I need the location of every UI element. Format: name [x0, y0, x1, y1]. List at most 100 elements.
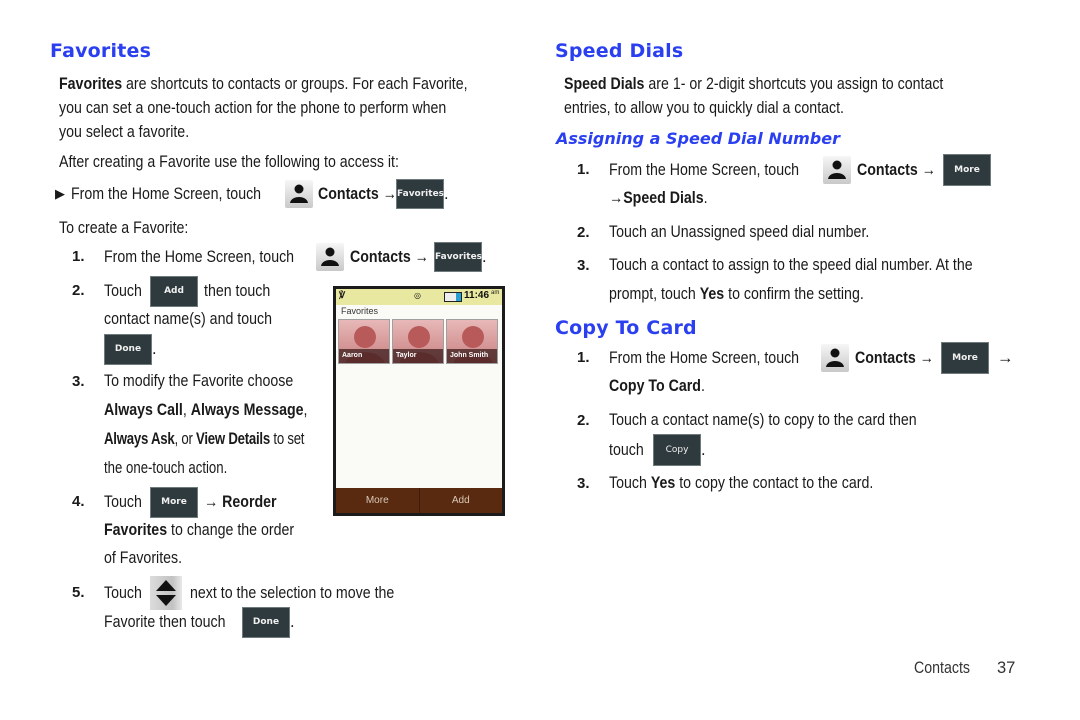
more-button[interactable]: More	[941, 342, 989, 374]
contacts-icon[interactable]	[316, 243, 344, 271]
left-step-2-line3: Done .	[104, 333, 157, 365]
contacts-label: Contacts →	[350, 248, 429, 266]
contacts-label: Contacts →	[857, 161, 936, 179]
step-number: 1.	[577, 349, 590, 366]
favorite-tile[interactable]: Taylor	[392, 319, 444, 364]
copy-step-1: 1. From the Home Screen, touch Contacts …	[577, 341, 1014, 375]
intro-text: are 1- or 2-digit shortcuts you assign t…	[644, 75, 944, 93]
copy-button[interactable]: Copy	[653, 434, 701, 466]
option-always-ask: Always Ask	[104, 430, 175, 448]
yes-label: Yes	[650, 474, 676, 492]
contacts-icon[interactable]	[285, 180, 313, 208]
left-step-5: 5. Touch next to the selection to move t…	[72, 576, 428, 610]
copy-step-3: 3. Touch Yes to copy the contact to the c…	[577, 471, 916, 496]
step-number: 1.	[72, 248, 85, 265]
left-step-3: 3. To modify the Favorite choose	[72, 369, 324, 394]
period: .	[290, 613, 295, 631]
section-title-favorites: Favorites	[50, 40, 152, 62]
option-always-call: Always Call	[104, 401, 183, 419]
copy-to-card-label: Copy To Card	[609, 377, 701, 395]
copy-step-2: 2. Touch a contact name(s) to copy to the…	[577, 408, 967, 433]
favorite-tile[interactable]: John Smith	[446, 319, 498, 364]
option-always-message: Always Message	[190, 401, 304, 419]
access-text: After creating a Favorite use the follow…	[59, 153, 399, 171]
left-step-2-line2: contact name(s) and touch	[104, 307, 299, 331]
more-button[interactable]: More	[943, 154, 991, 186]
period: .	[152, 340, 157, 358]
add-button[interactable]: Add	[150, 275, 198, 307]
step-text: the one-touch action.	[104, 459, 228, 477]
step-text: of Favorites.	[104, 549, 183, 567]
create-label: To create a Favorite:	[59, 216, 209, 240]
subtitle-assigning: Assigning a Speed Dial Number	[556, 129, 840, 148]
favorites-button[interactable]: Favorites	[396, 179, 444, 209]
done-button[interactable]: Done	[242, 606, 290, 638]
contacts-icon[interactable]	[821, 344, 849, 372]
step-text: contact name(s) and touch	[104, 310, 273, 328]
access-line: After creating a Favorite use the follow…	[59, 150, 454, 174]
signal-icon: ℣	[339, 290, 346, 300]
battery-icon	[444, 292, 462, 302]
favorite-name: John Smith	[447, 349, 497, 363]
phone-screenshot: ℣ ◎ 11:46 am Favorites Aaron Taylor John…	[333, 286, 505, 516]
done-button[interactable]: Done	[104, 333, 152, 365]
yes-label: Yes	[699, 285, 725, 303]
left-step-3-line2: Always Call, Always Message,	[104, 401, 308, 419]
intro-line2: you can set a one-touch action for the p…	[59, 99, 447, 117]
arrow-icon: →	[997, 349, 1014, 367]
page-number: 37	[997, 659, 1016, 677]
favorites-intro: Favorites are shortcuts to contacts or g…	[59, 72, 534, 144]
step-text: Touch	[104, 282, 142, 300]
option-view-details: View Details	[196, 430, 270, 448]
step-text: Favorite then touch	[104, 613, 226, 631]
phone-more-softkey[interactable]: More	[336, 488, 419, 513]
right-step-1: 1. From the Home Screen, touch Contacts …	[577, 153, 991, 187]
step-text: next to the selection to move the	[190, 584, 395, 602]
phone-softkey-bar: More Add	[336, 488, 502, 513]
step-number: 5.	[72, 584, 85, 601]
left-step-4-line2: Favorites to change the order	[104, 521, 295, 539]
speed-dials-intro: Speed Dials are 1- or 2-digit shortcuts …	[564, 72, 1005, 120]
step-number: 3.	[577, 257, 590, 274]
step-text: Touch a contact to assign to the speed d…	[609, 256, 973, 274]
left-step-3-line4: the one-touch action.	[104, 456, 258, 480]
right-step-3-line2: prompt, touch Yes to confirm the setting…	[609, 285, 864, 303]
step-text: From the Home Screen, touch	[609, 161, 800, 179]
left-step-4: 4. Touch More → Reorder	[72, 486, 288, 518]
intro-line3: you select a favorite.	[59, 123, 190, 141]
period: .	[482, 248, 487, 266]
step-number: 4.	[72, 493, 85, 510]
step-text: Touch	[104, 584, 142, 602]
footer-section-label: Contacts	[914, 659, 971, 677]
step-text: then touch	[204, 282, 271, 300]
create-label-text: To create a Favorite:	[59, 219, 189, 237]
left-step-2: 2. Touch Add then touch	[72, 275, 281, 307]
step-text: From the Home Screen, touch	[104, 248, 295, 266]
favorites-button[interactable]: Favorites	[434, 242, 482, 272]
reorder-arrows-icon[interactable]	[150, 576, 182, 610]
favorite-name: Aaron	[339, 349, 389, 363]
step-text: To modify the Favorite choose	[104, 372, 294, 390]
left-step-5-line2: Favorite then touch Done .	[104, 606, 295, 638]
period: .	[444, 185, 449, 203]
right-step-2: 2. Touch an Unassigned speed dial number.	[577, 220, 912, 245]
section-title-speed-dials: Speed Dials	[555, 40, 684, 62]
contacts-label: Contacts →	[318, 185, 397, 203]
right-step-1-line2: →Speed Dials.	[609, 189, 708, 207]
step-number: 2.	[577, 224, 590, 241]
step-text: Touch a contact name(s) to copy to the c…	[609, 411, 917, 429]
phone-screen: ℣ ◎ 11:46 am Favorites Aaron Taylor John…	[336, 289, 502, 513]
reorder-label: → Reorder	[204, 493, 277, 511]
more-button[interactable]: More	[150, 486, 198, 518]
intro-bold: Favorites	[59, 75, 123, 93]
left-step-1: 1. From the Home Screen, touch Contacts …	[72, 241, 487, 273]
favorite-tile[interactable]: Aaron	[338, 319, 390, 364]
favorites-bold: Favorites	[104, 521, 168, 539]
phone-add-softkey[interactable]: Add	[418, 488, 503, 513]
step-text: Touch	[104, 493, 142, 511]
intro-bold: Speed Dials	[564, 75, 645, 93]
access-bullet: ▶ From the Home Screen, touch Contacts →…	[55, 178, 449, 210]
phone-section-label: Favorites	[341, 306, 379, 316]
intro-text: are shortcuts to contacts or groups. For…	[122, 75, 468, 93]
contacts-icon[interactable]	[823, 156, 851, 184]
